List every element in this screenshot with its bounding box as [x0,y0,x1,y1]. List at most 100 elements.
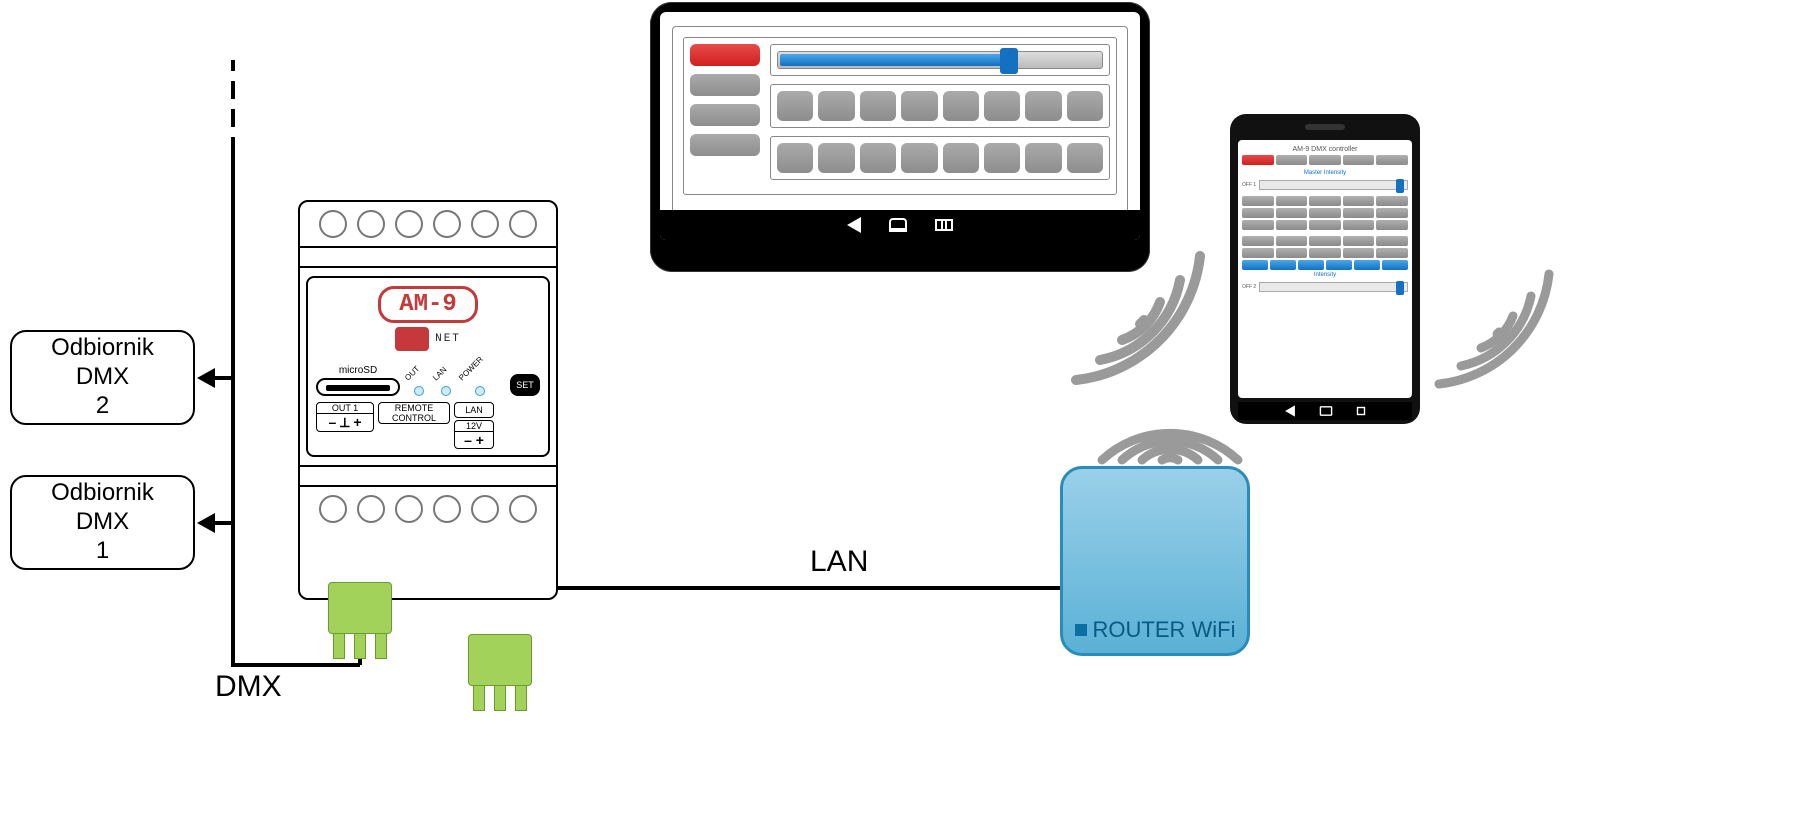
phone-grid-btn[interactable] [1276,196,1308,206]
tablet-preset-btn[interactable] [860,143,896,173]
phone-blue-btn[interactable] [1382,260,1408,270]
port-out1-title: OUT 1 [317,403,373,414]
wifi-waves-tablet [1060,240,1220,390]
sigma-icon [395,327,429,351]
dmx-receiver-1-box: Odbiornik DMX 1 [10,475,195,570]
tablet-preset-btn[interactable] [818,91,854,121]
tablet-preset-btn[interactable] [860,91,896,121]
phone-grid-btn[interactable] [1242,208,1274,218]
tablet-screen[interactable] [660,12,1140,240]
phone-top-btn[interactable] [1343,155,1375,165]
phone-master-slider[interactable] [1259,180,1408,190]
phone-blue-btn[interactable] [1270,260,1296,270]
din-top-terminals [300,202,556,246]
tablet-nav-bar [660,210,1140,240]
wifi-waves-phone [1425,260,1565,390]
tablet-slider-frame [770,44,1110,76]
recent-icon[interactable] [1357,407,1365,415]
port-12v-title: 12V [455,421,493,432]
router-label: ROUTER WiFi [1093,617,1236,643]
phone-grid-btn[interactable] [1276,208,1308,218]
phone-grid-btn[interactable] [1343,208,1375,218]
tablet-side-btn-3[interactable] [690,104,760,126]
phone-grid-btn[interactable] [1242,196,1274,206]
phone-grid-btn[interactable] [1343,220,1375,230]
lan-label: LAN [810,545,868,579]
phone-grid-btn[interactable] [1309,196,1341,206]
led-lan [441,386,451,396]
phone-grid-btn[interactable] [1276,248,1308,258]
tablet-preset-btn[interactable] [1067,91,1103,121]
back-icon[interactable] [1285,405,1295,416]
phone-grid-btn[interactable] [1343,236,1375,246]
phone-grid-btn[interactable] [1242,220,1274,230]
led-lan-label: LAN [431,365,452,386]
tablet-preset-btn[interactable] [984,143,1020,173]
phone-grid-btn[interactable] [1343,248,1375,258]
home-icon[interactable] [889,218,907,232]
set-button[interactable]: SET [510,374,540,396]
phone-blue-btn[interactable] [1242,260,1268,270]
phone-master-label: Master Intensity [1242,168,1408,178]
port-lan: LAN 12V – + [454,402,494,449]
phone-off-button[interactable] [1242,155,1274,165]
din-bottom-terminals [300,487,556,531]
phone-grid-btn[interactable] [1376,248,1408,258]
back-icon[interactable] [847,217,861,233]
phone-top-btn[interactable] [1309,155,1341,165]
phone-app-title: AM-9 DMX controller [1242,144,1408,155]
dmx-receiver-2-label: Odbiornik DMX 2 [51,334,154,420]
phone-intensity-label: Intensity [1242,270,1408,280]
tablet-sidebar [690,44,760,188]
tablet-preset-btn[interactable] [777,143,813,173]
phone-grid-btn[interactable] [1309,236,1341,246]
phone-grid-btn[interactable] [1242,248,1274,258]
tablet-preset-btn[interactable] [1067,143,1103,173]
tablet-side-btn-4[interactable] [690,134,760,156]
phone-grid-btn[interactable] [1309,208,1341,218]
phone-blue-btn[interactable] [1326,260,1352,270]
phone-grid-btn[interactable] [1376,220,1408,230]
phone-screen[interactable]: AM-9 DMX controller Master Intensity OFF… [1238,140,1412,398]
tablet-preset-btn[interactable] [984,91,1020,121]
tablet-preset-btn[interactable] [901,143,937,173]
phone-nav-bar [1238,402,1412,420]
tablet-preset-btn[interactable] [1025,143,1061,173]
phone-off2-label: OFF 2 [1242,284,1256,290]
model-name: AM-9 [399,291,457,318]
phone-blue-btn[interactable] [1354,260,1380,270]
tablet-preset-btn[interactable] [1025,91,1061,121]
led-out-label: OUT [403,364,425,386]
phone-grid-btn[interactable] [1343,196,1375,206]
tablet-preset-btn[interactable] [777,91,813,121]
phone-intensity-slider[interactable] [1259,282,1408,292]
tablet-side-btn-1[interactable] [690,44,760,66]
port-out1: OUT 1 – ⟂ + [316,402,374,432]
phone-grid-btn[interactable] [1376,196,1408,206]
led-power [475,386,485,396]
recent-icon[interactable] [935,219,953,231]
phone-grid-btn[interactable] [1376,208,1408,218]
led-power-label: POWER [458,355,489,386]
phone-off1-label: OFF 1 [1242,182,1256,188]
tablet-preset-btn[interactable] [901,91,937,121]
tablet-master-slider[interactable] [777,51,1103,69]
phone-grid-btn[interactable] [1276,220,1308,230]
wifi-router: ROUTER WiFi [1060,466,1250,656]
phone-grid-btn[interactable] [1309,248,1341,258]
tablet-btn-row-1 [777,91,1103,121]
phone-grid-btn[interactable] [1309,220,1341,230]
phone-blue-btn[interactable] [1298,260,1324,270]
am9-controller: AM-9 NET microSD OUT LAN POWER S [298,200,558,600]
phone-grid-btn[interactable] [1242,236,1274,246]
phone-top-btn[interactable] [1376,155,1408,165]
tablet-preset-btn[interactable] [818,143,854,173]
home-icon[interactable] [1320,406,1333,416]
phone-grid-btn[interactable] [1376,236,1408,246]
tablet-side-btn-2[interactable] [690,74,760,96]
tablet-preset-btn[interactable] [943,91,979,121]
phone-top-btn[interactable] [1276,155,1308,165]
dmx-receiver-2-box: Odbiornik DMX 2 [10,330,195,425]
phone-grid-btn[interactable] [1276,236,1308,246]
tablet-preset-btn[interactable] [943,143,979,173]
